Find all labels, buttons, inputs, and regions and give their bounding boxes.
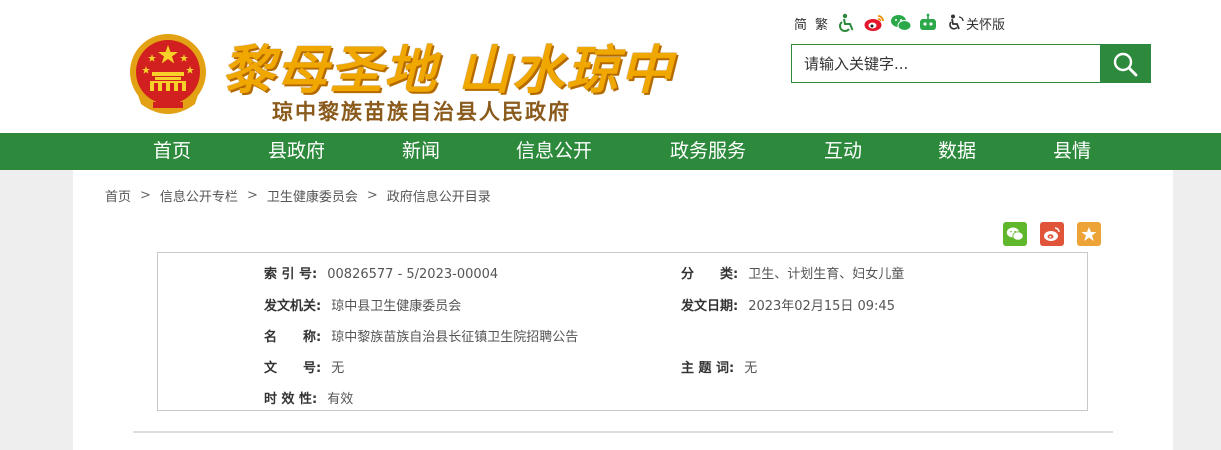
traditional-chinese-link[interactable]: 繁: [815, 14, 828, 33]
info-row-index: 索 引 号: 00826577 - 5/2023-00004: [264, 263, 498, 282]
breadcrumb-separator-icon: >: [366, 188, 378, 203]
name-value: 琼中黎族苗族自治县长征镇卫生院招聘公告: [331, 330, 579, 345]
validity-label: 时 效 性:: [264, 392, 318, 407]
search-button[interactable]: [1100, 45, 1150, 82]
breadcrumb-home[interactable]: 首页: [105, 186, 131, 205]
nav-item-government-services[interactable]: 政务服务: [670, 133, 746, 170]
site-subtitle: 琼中黎族苗族自治县人民政府: [272, 100, 571, 124]
nav-item-home[interactable]: 首页: [153, 133, 191, 170]
search-icon: [1113, 52, 1138, 76]
elderly-care-icon: [949, 14, 964, 30]
info-row-doc-number: 文 号: 无: [264, 357, 344, 376]
index-value: 00826577 - 5/2023-00004: [327, 267, 499, 282]
info-row-date: 发文日期: 2023年02月15日 09:45: [681, 295, 895, 314]
main-content: 首页 > 信息公开专栏 > 卫生健康委员会 > 政府信息公开目录 索 引 号: 0: [73, 170, 1173, 450]
index-label: 索 引 号:: [264, 267, 318, 282]
issuer-value: 琼中县卫生健康委员会: [331, 299, 462, 314]
issuer-label: 发文机关:: [264, 299, 322, 314]
breadcrumb-disclosure-column[interactable]: 信息公开专栏: [160, 186, 238, 205]
care-mode-label: 关怀版: [966, 17, 1006, 33]
breadcrumb-separator-icon: >: [246, 188, 258, 203]
share-weibo-button[interactable]: [1040, 222, 1064, 246]
simplified-chinese-link[interactable]: 简: [794, 14, 807, 33]
search-box: [791, 44, 1151, 83]
doc-number-value: 无: [331, 361, 345, 376]
wechat-icon: [1006, 227, 1024, 241]
info-row-subject: 主 题 词: 无: [681, 357, 757, 376]
info-row-name: 名 称: 琼中黎族苗族自治县长征镇卫生院招聘公告: [264, 326, 578, 345]
info-row-validity: 时 效 性: 有效: [264, 388, 353, 407]
nav-item-data[interactable]: 数据: [938, 133, 976, 170]
share-wechat-button[interactable]: [1003, 222, 1027, 246]
nav-item-county-info[interactable]: 县情: [1053, 133, 1091, 170]
top-toolbar: 简 繁 关怀版: [794, 12, 1005, 34]
info-row-issuer: 发文机关: 琼中县卫生健康委员会: [264, 295, 461, 314]
wechat-icon[interactable]: [890, 13, 912, 33]
star-icon: [1081, 227, 1097, 241]
category-label: 分 类:: [681, 267, 739, 282]
doc-number-label: 文 号:: [264, 361, 322, 376]
search-input[interactable]: [792, 45, 1100, 82]
nav-item-county-government[interactable]: 县政府: [268, 133, 325, 170]
subject-value: 无: [744, 361, 758, 376]
breadcrumb-disclosure-catalog[interactable]: 政府信息公开目录: [387, 186, 491, 205]
national-emblem-logo: [130, 34, 206, 114]
care-mode-toggle[interactable]: 关怀版: [948, 14, 1005, 33]
nav-item-news[interactable]: 新闻: [402, 133, 440, 170]
weibo-icon: [1044, 227, 1060, 241]
robot-icon[interactable]: [917, 13, 939, 33]
weibo-icon[interactable]: [863, 13, 885, 33]
breadcrumb: 首页 > 信息公开专栏 > 卫生健康委员会 > 政府信息公开目录: [105, 186, 491, 205]
content-divider: [133, 431, 1113, 433]
site-header: 黎母圣地 山水琼中 琼中黎族苗族自治县人民政府 简 繁 关怀版 请输入关键字..…: [0, 0, 1221, 133]
subject-label: 主 题 词:: [681, 361, 735, 376]
name-label: 名 称:: [264, 330, 322, 345]
document-info-table: 索 引 号: 00826577 - 5/2023-00004 分 类: 卫生、计划生…: [157, 252, 1088, 411]
accessibility-icon[interactable]: [836, 13, 858, 33]
date-label: 发文日期:: [681, 299, 739, 314]
breadcrumb-separator-icon: >: [140, 188, 151, 203]
info-row-category: 分 类: 卫生、计划生育、妇女儿童: [681, 263, 904, 282]
breadcrumb-health-commission[interactable]: 卫生健康委员会: [267, 186, 358, 205]
nav-item-information-disclosure[interactable]: 信息公开: [516, 133, 592, 170]
add-favorite-button[interactable]: [1077, 222, 1101, 246]
date-value: 2023年02月15日 09:45: [748, 299, 895, 314]
validity-value: 有效: [327, 392, 354, 407]
site-slogan: 黎母圣地 山水琼中: [222, 40, 675, 101]
category-value: 卫生、计划生育、妇女儿童: [748, 267, 905, 282]
main-nav: 首页 县政府 新闻 信息公开 政务服务 互动 数据 县情: [0, 133, 1221, 170]
nav-item-interaction[interactable]: 互动: [824, 133, 862, 170]
